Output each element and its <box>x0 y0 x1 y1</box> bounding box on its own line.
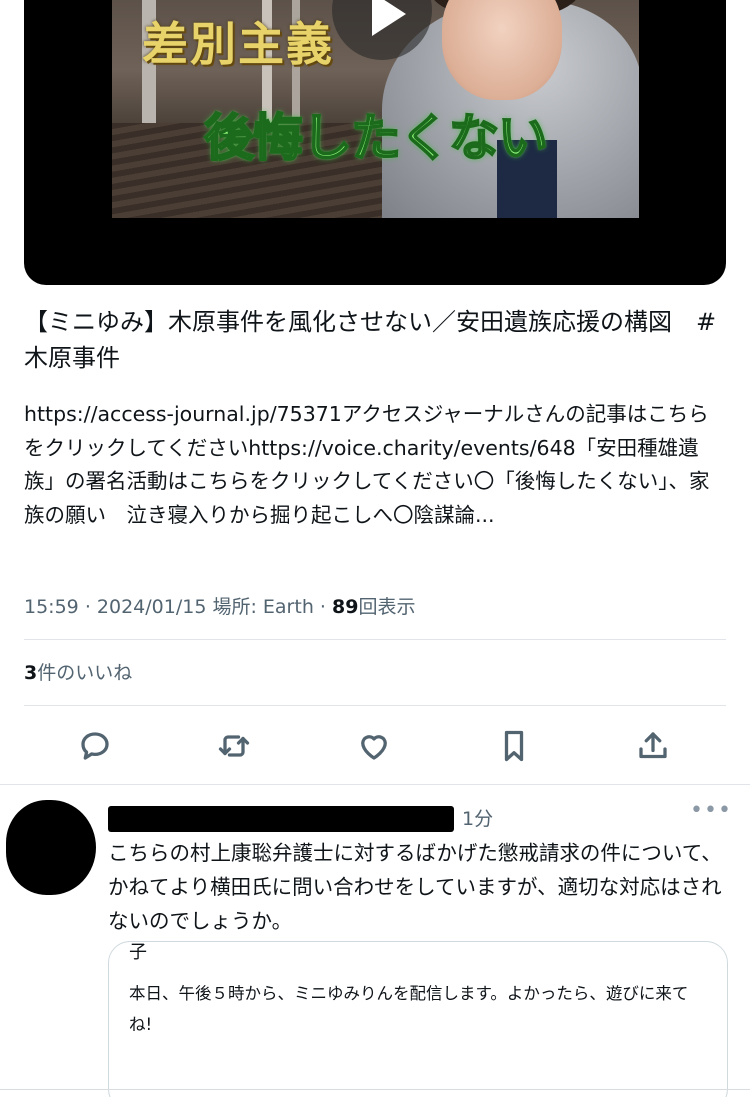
heart-icon <box>361 735 387 760</box>
thumbnail-caption-main: 後悔したくない <box>203 108 549 168</box>
share-button[interactable] <box>633 726 673 766</box>
quoted-post-header: 子 <box>129 942 147 963</box>
divider <box>24 639 726 640</box>
reply-time[interactable]: 1分 <box>462 804 493 831</box>
quoted-post-text: 本日、午後５時から、ミニゆみりんを配信します。よかったら、遊びに来てね! <box>129 984 689 1034</box>
thumbnail-person <box>442 0 562 100</box>
post-time[interactable]: 15:59 <box>24 596 79 618</box>
play-icon <box>372 0 406 36</box>
quoted-post[interactable]: 子 本日、午後５時から、ミニゆみりんを配信します。よかったら、遊びに来てね! <box>108 941 728 1097</box>
bookmark-button[interactable] <box>494 726 534 766</box>
likes-count: 3 <box>24 662 38 684</box>
divider <box>24 705 726 706</box>
like-button[interactable] <box>354 726 394 766</box>
video-title[interactable]: 【ミニゆみ】木原事件を風化させない／安田遺族応援の構図 #木原事件 <box>24 304 724 376</box>
retweet-button[interactable] <box>214 726 254 766</box>
thumbnail-caption-top: 差別主義 <box>142 17 334 71</box>
reply-icon <box>81 732 109 760</box>
view-label: 回表示 <box>358 596 416 618</box>
video-thumbnail[interactable]: 差別主義 後悔したくない <box>112 0 639 218</box>
post-meta: 15:59 · 2024/01/15 場所: Earth · 89回表示 <box>24 592 415 619</box>
redacted-username[interactable] <box>108 806 454 832</box>
retweet-icon <box>218 735 250 757</box>
post-location[interactable]: 場所: Earth <box>212 596 313 618</box>
post-date[interactable]: 2024/01/15 <box>97 596 207 618</box>
share-icon <box>639 732 667 759</box>
avatar[interactable] <box>6 800 96 895</box>
bookmark-icon <box>504 730 524 762</box>
meta-separator: · <box>84 596 91 618</box>
more-options-icon[interactable]: ••• <box>690 798 732 823</box>
likes-label: 件のいいね <box>37 662 133 684</box>
reply-text: こちらの村上康聡弁護士に対するばかげた懲戒請求の件について、かねてより横田氏に問… <box>108 841 722 933</box>
divider <box>0 784 750 785</box>
meta-separator: · <box>319 596 326 618</box>
reply-button[interactable] <box>75 726 115 766</box>
video-player[interactable]: 差別主義 後悔したくない <box>24 0 726 285</box>
divider <box>0 1089 750 1090</box>
likes-summary[interactable]: 3件のいいね <box>24 658 132 685</box>
video-description[interactable]: https://access-journal.jp/75371アクセスジャーナル… <box>24 398 726 532</box>
view-count: 89 <box>332 596 359 618</box>
